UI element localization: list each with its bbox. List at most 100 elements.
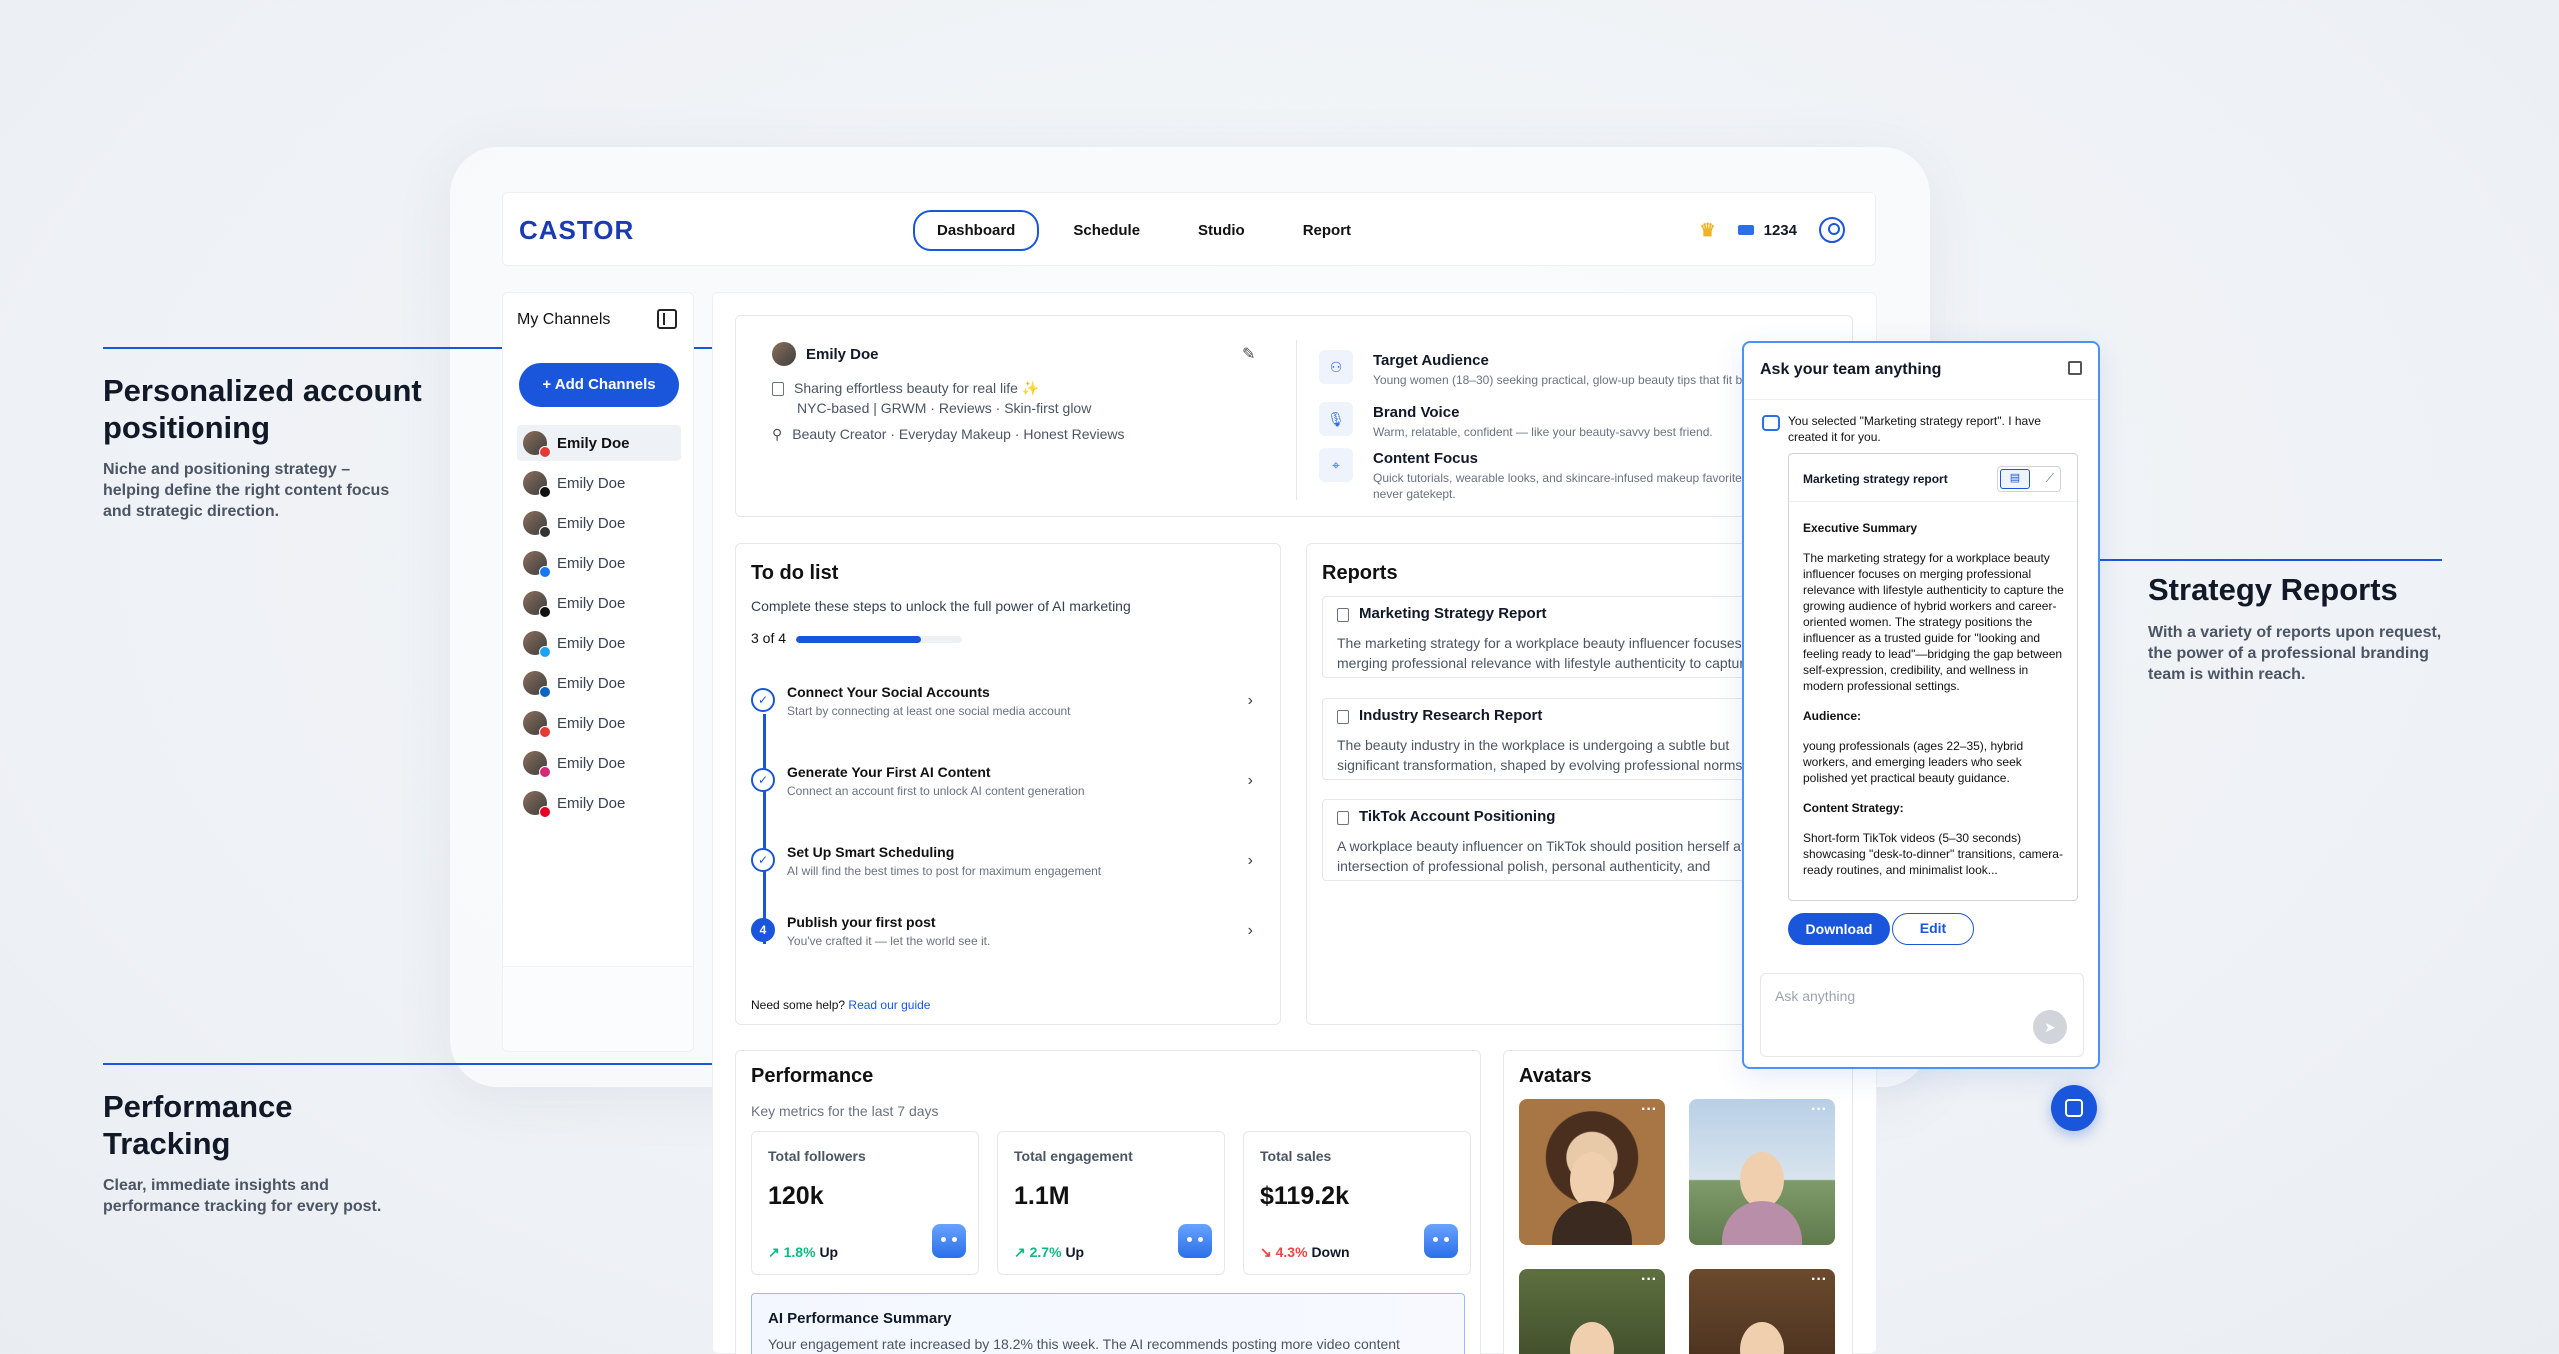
threads-icon	[539, 526, 551, 538]
nav-schedule[interactable]: Schedule	[1049, 210, 1164, 251]
report-line: significant transformation, shaped by ev…	[1337, 757, 1743, 773]
avatar	[523, 511, 551, 538]
callout-desc-line: team is within reach.	[2148, 666, 2306, 683]
nav-studio[interactable]: Studio	[1174, 210, 1269, 251]
channel-name: Emily Doe	[557, 594, 626, 612]
channel-item[interactable]: Emily Doe	[517, 585, 681, 621]
avatar-tile[interactable]: ···	[1519, 1099, 1665, 1245]
attr-desc: Quick tutorials, wearable looks, and ski…	[1373, 471, 1803, 501]
channel-item[interactable]: Emily Doe	[517, 705, 681, 741]
metric-dir: Down	[1311, 1244, 1350, 1260]
chart-view-icon[interactable]: ⟋	[2046, 471, 2054, 486]
nav-dashboard[interactable]: Dashboard	[913, 210, 1040, 251]
chat-input-placeholder: Ask anything	[1775, 988, 1856, 1004]
step-title: Connect Your Social Accounts	[787, 684, 990, 700]
channel-item[interactable]: Emily Doe	[517, 465, 681, 501]
download-button[interactable]: Download	[1788, 913, 1890, 945]
document-view-icon[interactable]: ▤	[2000, 469, 2030, 489]
todo-step[interactable]: ✓ Set Up Smart Scheduling AI will find the…	[751, 844, 1271, 896]
channel-item[interactable]: Emily Doe	[517, 665, 681, 701]
help-text: Need some help? Read our guide	[751, 998, 930, 1012]
nav-report[interactable]: Report	[1279, 210, 1375, 251]
avatar-tile[interactable]: ···	[1519, 1269, 1665, 1354]
callout-title-reports: Strategy Reports	[2148, 572, 2398, 607]
channel-item[interactable]: Emily Doe	[517, 745, 681, 781]
report-title: Marketing Strategy Report	[1337, 605, 1547, 622]
todo-step[interactable]: ✓ Connect Your Social Accounts Start by co…	[751, 684, 1271, 736]
read-guide-link[interactable]: Read our guide	[848, 998, 930, 1012]
main-nav: Dashboard Schedule Studio Report	[913, 210, 1375, 251]
credits-display[interactable]: 1234	[1737, 222, 1797, 239]
facebook-icon	[539, 566, 551, 578]
metric-value: 1.1M	[1014, 1182, 1070, 1210]
avatar	[523, 431, 551, 458]
x-icon	[539, 606, 551, 618]
channel-item[interactable]: Emily Doe	[517, 505, 681, 541]
divider	[1296, 340, 1297, 500]
top-bar: CASTOR Dashboard Schedule Studio Report …	[502, 192, 1876, 266]
edit-pencil-icon[interactable]: ✎	[1242, 344, 1255, 364]
chevron-right-icon: ›	[1247, 922, 1253, 939]
metric-trend: ↗ 1.8% Up	[768, 1244, 838, 1261]
expand-icon[interactable]	[2068, 361, 2082, 375]
focus-icon: ⌖	[1319, 448, 1353, 482]
divider	[1744, 399, 2098, 400]
report-line: merging professional relevance with life…	[1337, 655, 1752, 671]
channel-name: Emily Doe	[557, 474, 626, 492]
avatar-tile[interactable]: ···	[1689, 1099, 1835, 1245]
tiktok-icon	[539, 486, 551, 498]
channel-item[interactable]: Emily Doe	[517, 545, 681, 581]
send-icon[interactable]: ➤	[2033, 1010, 2067, 1044]
performance-title: Performance	[751, 1065, 874, 1087]
report-line: The marketing strategy for a workplace b…	[1337, 635, 1762, 651]
step-desc: Connect an account first to unlock AI co…	[787, 784, 1085, 798]
avatar	[523, 471, 551, 498]
callout-desc-line: and strategic direction.	[103, 503, 280, 520]
assistant-fab-button[interactable]	[2051, 1085, 2097, 1131]
document-icon	[1337, 709, 1349, 724]
metric-label: Total engagement	[1014, 1148, 1133, 1164]
user-icon[interactable]	[1819, 217, 1845, 243]
crown-icon[interactable]: ♛	[1699, 220, 1715, 241]
channel-item[interactable]: Emily Doe	[517, 625, 681, 661]
doc-paragraph: Short-form TikTok videos (5–30 seconds) …	[1803, 831, 2063, 877]
users-icon: ⚇	[1319, 350, 1353, 384]
add-channels-button[interactable]: + Add Channels	[519, 363, 679, 407]
attr-title: Target Audience	[1373, 352, 1489, 369]
report-preview-title: Marketing strategy report	[1803, 472, 1948, 486]
collapse-panel-icon[interactable]	[657, 309, 677, 329]
profile-tags-line: ⚲ Beauty Creator · Everyday Makeup · Hon…	[772, 426, 1125, 443]
more-icon[interactable]: ···	[1641, 1101, 1657, 1119]
channel-name: Emily Doe	[557, 714, 626, 732]
step-title: Generate Your First AI Content	[787, 764, 991, 780]
more-icon[interactable]: ···	[1811, 1101, 1827, 1119]
trend-arrow-icon: ↘	[1260, 1244, 1272, 1260]
channel-name: Emily Doe	[557, 674, 626, 692]
avatar-tile[interactable]: ···	[1689, 1269, 1835, 1354]
ai-summary: AI Performance Summary Your engagement r…	[751, 1293, 1465, 1354]
edit-button[interactable]: Edit	[1892, 913, 1974, 945]
profile-bio-line: Sharing effortless beauty for real life …	[772, 380, 1039, 397]
header-actions: ♛ 1234	[1699, 217, 1845, 243]
avatar	[523, 791, 551, 818]
callout-desc-positioning: Niche and positioning strategy – helping…	[103, 459, 389, 522]
avatar-body	[1722, 1201, 1802, 1245]
channel-item[interactable]: Emily Doe	[517, 785, 681, 821]
ask-team-panel: Ask your team anything You selected "Mar…	[1742, 341, 2100, 1069]
check-icon: ✓	[751, 688, 775, 712]
doc-heading: Audience:	[1803, 709, 1862, 723]
step-title: Set Up Smart Scheduling	[787, 844, 955, 860]
report-preview[interactable]: Marketing strategy report ▤ ⟋ Executive …	[1788, 453, 2078, 901]
todo-step[interactable]: ✓ Generate Your First AI Content Connect a…	[751, 764, 1271, 816]
castor-logo[interactable]: CASTOR	[519, 215, 634, 246]
more-icon[interactable]: ···	[1811, 1271, 1827, 1289]
avatar-face	[1570, 1151, 1614, 1208]
profile-name: Emily Doe	[806, 345, 879, 363]
channel-item[interactable]: Emily Doe	[517, 425, 681, 461]
more-icon[interactable]: ···	[1641, 1271, 1657, 1289]
progress-label: 3 of 4	[751, 630, 787, 646]
step-title: Publish your first post	[787, 914, 936, 930]
chat-input[interactable]: Ask anything ➤	[1760, 973, 2084, 1057]
todo-step[interactable]: 4 Publish your first post You've crafted i…	[751, 914, 1271, 966]
report-line: A workplace beauty influencer on TikTok …	[1337, 838, 1769, 854]
